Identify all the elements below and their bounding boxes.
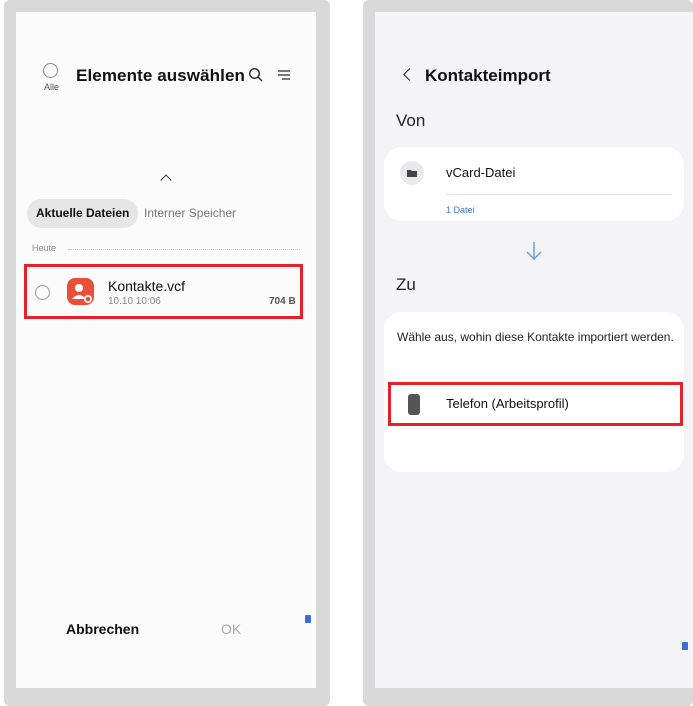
- page-title: Elemente auswählen: [76, 66, 246, 85]
- arrow-down-icon: [524, 240, 544, 268]
- page-title: Kontakteimport: [425, 66, 551, 85]
- tab-recent-files[interactable]: Aktuelle Dateien: [27, 199, 139, 228]
- section-label-today: Heute: [32, 243, 57, 253]
- source-name: vCard-Datei: [446, 165, 516, 180]
- select-all-checkbox[interactable]: [43, 63, 58, 78]
- tab-internal-storage[interactable]: Interner Speicher: [144, 199, 236, 228]
- destination-description: Wähle aus, wohin diese Kontakte importie…: [397, 330, 674, 344]
- source-file-count: 1 Datei: [446, 205, 475, 215]
- highlight-file-row: [24, 264, 303, 319]
- folder-icon: [400, 161, 424, 185]
- back-icon[interactable]: [403, 68, 416, 81]
- side-panel-handle-icon[interactable]: [305, 615, 311, 623]
- to-label: Zu: [396, 275, 416, 294]
- cancel-button[interactable]: Abbrechen: [66, 621, 139, 637]
- sort-icon[interactable]: [277, 68, 291, 85]
- contact-import-screen: Kontakteimport Von vCard-Datei 1 Datei Z…: [375, 12, 693, 688]
- source-divider: [446, 194, 671, 195]
- from-label: Von: [396, 111, 426, 130]
- highlight-destination-option: [388, 382, 683, 426]
- source-card[interactable]: vCard-Datei 1 Datei: [384, 147, 684, 221]
- search-icon[interactable]: [248, 67, 264, 86]
- chevron-up-icon[interactable]: [160, 174, 172, 186]
- select-all-label: Alle: [44, 82, 60, 92]
- ok-button[interactable]: OK: [221, 621, 241, 637]
- side-panel-handle-icon[interactable]: [682, 642, 688, 650]
- section-divider: [68, 249, 300, 250]
- file-picker-screen: Alle Elemente auswählen Aktuelle Dateien…: [16, 12, 316, 688]
